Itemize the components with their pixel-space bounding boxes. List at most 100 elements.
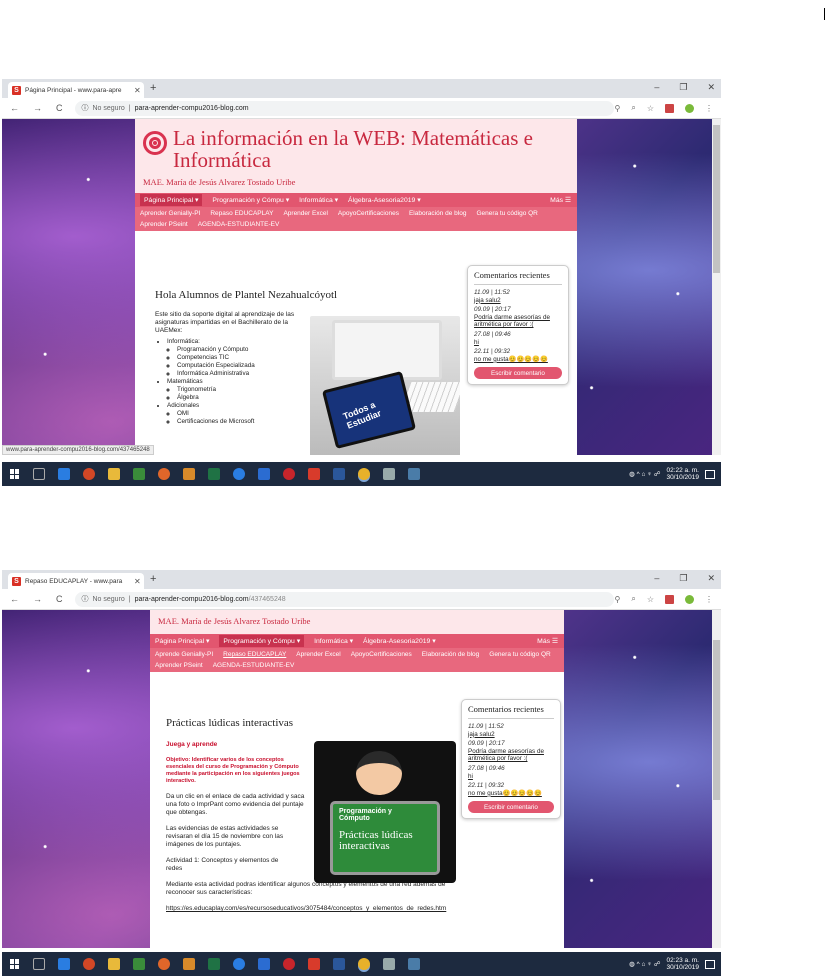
- word-icon[interactable]: [333, 468, 345, 480]
- network-icon[interactable]: ◍ ^ ⌂ ♆ ☍: [629, 470, 660, 478]
- paint-icon[interactable]: [183, 958, 195, 970]
- edge-icon[interactable]: [58, 468, 70, 480]
- menu-link-blog[interactable]: Elaboración de blog: [409, 210, 466, 217]
- browser-tab[interactable]: S Repaso EDUCAPLAY - www.para ✕: [8, 573, 144, 589]
- clock[interactable]: 02:23 a. m. 30/10/2019: [666, 957, 699, 971]
- excel-icon[interactable]: [208, 958, 220, 970]
- menu-link-qr[interactable]: Genera tu código QR: [489, 651, 550, 658]
- menu-link-certificaciones[interactable]: ApoyoCertificaciones: [351, 651, 412, 658]
- blog-title[interactable]: La información en la WEB: Matemáticas e …: [173, 127, 569, 171]
- menu-link-genially[interactable]: Aprende Genially-PI: [155, 651, 213, 658]
- restore-icon[interactable]: ❐: [679, 82, 687, 93]
- comment-link[interactable]: hi: [474, 339, 562, 347]
- chrome-icon[interactable]: [358, 468, 370, 480]
- store-icon[interactable]: [133, 958, 145, 970]
- zoom-icon[interactable]: ⌕: [631, 103, 635, 113]
- menu-link-pseint[interactable]: Aprender PSeint: [155, 662, 203, 669]
- menu-more-button[interactable]: Más ☰: [550, 196, 571, 204]
- back-icon[interactable]: ←: [10, 594, 19, 604]
- comment-link[interactable]: no me gusta😊😊😊😊😊: [468, 790, 554, 798]
- flash-icon[interactable]: [308, 468, 320, 480]
- app-icon[interactable]: [408, 958, 420, 970]
- powerpoint-icon[interactable]: [83, 468, 95, 480]
- activity-link[interactable]: https://es.educaplay.com/es/recursoseduc…: [166, 905, 456, 913]
- menu-link-pseint[interactable]: Aprender PSeint: [140, 221, 188, 228]
- clock[interactable]: 02:22 a. m. 30/10/2019: [666, 467, 699, 481]
- new-tab-button[interactable]: +: [150, 82, 156, 94]
- help-icon[interactable]: [233, 468, 245, 480]
- firefox-icon[interactable]: [158, 958, 170, 970]
- back-icon[interactable]: ←: [10, 103, 19, 113]
- menu-link-excel[interactable]: Aprender Excel: [296, 651, 340, 658]
- task-view-icon[interactable]: [33, 468, 45, 480]
- info-icon[interactable]: ⓘ: [82, 103, 89, 113]
- menu-link-agenda[interactable]: AGENDA-ESTUDIANTE-EV: [213, 662, 295, 669]
- notes-icon[interactable]: [258, 958, 270, 970]
- translate-icon[interactable]: ⚲: [614, 104, 620, 113]
- close-window-icon[interactable]: ✕: [707, 573, 715, 584]
- extension-icon[interactable]: [665, 594, 674, 604]
- menu-link-blog[interactable]: Elaboración de blog: [422, 651, 479, 658]
- browser-tab[interactable]: S Página Principal - www.para-apre ✕: [8, 82, 144, 98]
- edge-icon[interactable]: [58, 958, 70, 970]
- scrollbar-thumb[interactable]: [713, 640, 720, 800]
- menu-item-algebra[interactable]: Álgebra-Asesoria2019 ▾: [348, 196, 421, 204]
- menu-item-home[interactable]: Página Principal ▾: [140, 194, 203, 206]
- menu-icon[interactable]: ⋮: [705, 595, 713, 604]
- write-comment-button[interactable]: Escribir comentario: [474, 367, 562, 380]
- page-scrollbar[interactable]: [712, 119, 721, 455]
- network-icon[interactable]: ◍ ^ ⌂ ♆ ☍: [629, 960, 660, 968]
- paint-icon[interactable]: [183, 468, 195, 480]
- close-icon[interactable]: ✕: [134, 86, 141, 95]
- menu-more-button[interactable]: Más ☰: [537, 637, 558, 645]
- menu-item-home[interactable]: Página Principal ▾: [155, 637, 209, 645]
- write-comment-button[interactable]: Escribir comentario: [468, 801, 554, 814]
- windows-start-icon[interactable]: [10, 469, 20, 479]
- notification-icon[interactable]: [705, 469, 715, 479]
- file-explorer-icon[interactable]: [108, 468, 120, 480]
- info-icon[interactable]: ⓘ: [82, 594, 89, 604]
- excel-icon[interactable]: [208, 468, 220, 480]
- snipping-icon[interactable]: [383, 958, 395, 970]
- minimize-icon[interactable]: –: [654, 82, 659, 93]
- scrollbar-thumb[interactable]: [713, 125, 720, 273]
- menu-item-programacion[interactable]: Programación y Cómpu ▾: [212, 196, 289, 204]
- menu-link-agenda[interactable]: AGENDA-ESTUDIANTE-EV: [198, 221, 280, 228]
- reload-icon[interactable]: C: [56, 103, 63, 113]
- reload-icon[interactable]: C: [56, 594, 63, 604]
- extension-icon[interactable]: [665, 103, 674, 113]
- app-icon[interactable]: [408, 468, 420, 480]
- menu-item-algebra[interactable]: Álgebra-Asesoria2019 ▾: [363, 637, 436, 645]
- menu-icon[interactable]: ⋮: [705, 104, 713, 113]
- menu-link-excel[interactable]: Aprender Excel: [283, 210, 327, 217]
- star-icon[interactable]: ☆: [647, 104, 654, 113]
- menu-link-educaplay[interactable]: Repaso EDUCAPLAY: [223, 651, 286, 658]
- opera-icon[interactable]: [283, 958, 295, 970]
- menu-link-genially[interactable]: Aprender Genially-PI: [140, 210, 200, 217]
- close-icon[interactable]: ✕: [134, 577, 141, 586]
- comment-link[interactable]: Podría darme asesorías de aritmética por…: [474, 314, 562, 329]
- profile-icon[interactable]: [685, 594, 694, 604]
- menu-link-certificaciones[interactable]: ApoyoCertificaciones: [338, 210, 399, 217]
- translate-icon[interactable]: ⚲: [614, 595, 620, 604]
- close-window-icon[interactable]: ✕: [707, 82, 715, 93]
- task-view-icon[interactable]: [33, 958, 45, 970]
- comment-link[interactable]: jaja salu2: [468, 731, 554, 739]
- file-explorer-icon[interactable]: [108, 958, 120, 970]
- snipping-icon[interactable]: [383, 468, 395, 480]
- flash-icon[interactable]: [308, 958, 320, 970]
- forward-icon[interactable]: →: [33, 103, 42, 113]
- new-tab-button[interactable]: +: [150, 573, 156, 585]
- profile-icon[interactable]: [685, 103, 694, 113]
- word-icon[interactable]: [333, 958, 345, 970]
- notification-icon[interactable]: [705, 959, 715, 969]
- notes-icon[interactable]: [258, 468, 270, 480]
- powerpoint-icon[interactable]: [83, 958, 95, 970]
- comment-link[interactable]: jaja salu2: [474, 297, 562, 305]
- omnibox[interactable]: ⓘ No seguro | para-aprender-compu2016-bl…: [74, 100, 615, 116]
- forward-icon[interactable]: →: [33, 594, 42, 604]
- firefox-icon[interactable]: [158, 468, 170, 480]
- store-icon[interactable]: [133, 468, 145, 480]
- comment-link[interactable]: Podría darme asesorías de aritmética por…: [468, 748, 554, 763]
- page-scrollbar[interactable]: [712, 610, 721, 948]
